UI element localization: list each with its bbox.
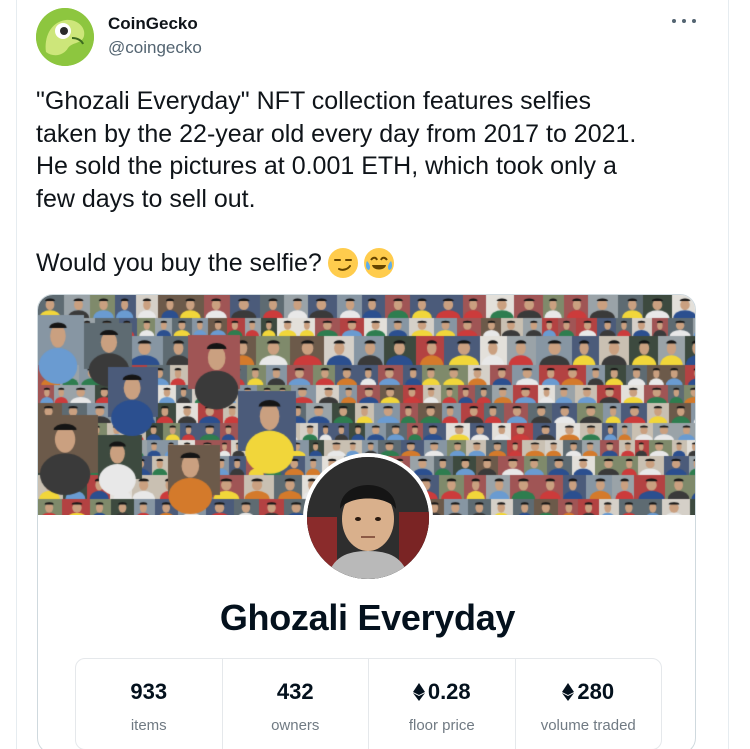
stat-value: 933 xyxy=(130,679,167,705)
author-display-name[interactable]: CoinGecko xyxy=(108,14,202,34)
stat-label: volume traded xyxy=(540,717,636,734)
ethereum-icon xyxy=(562,683,575,701)
stat-items[interactable]: 933 items xyxy=(76,659,223,749)
stat-value-text: 0.28 xyxy=(427,679,471,704)
more-dot xyxy=(692,19,696,23)
tweet-question: Would you buy the selfie? xyxy=(36,249,322,277)
stat-label: owners xyxy=(271,717,320,734)
stat-floor-price[interactable]: 0.28 floor price xyxy=(369,659,516,749)
tweet: CoinGecko @coingecko "Ghozali Everyday" … xyxy=(0,0,750,749)
stat-value: 432 xyxy=(277,679,314,705)
tweet-question-line: Would you buy the selfie? xyxy=(36,247,394,279)
stat-label: items xyxy=(130,717,167,734)
face-with-tears-of-joy-icon xyxy=(363,248,394,278)
ethereum-icon xyxy=(412,683,425,701)
stat-value-text: 280 xyxy=(577,679,615,704)
timeline-border-left xyxy=(16,0,17,749)
stat-owners[interactable]: 432 owners xyxy=(223,659,369,749)
collection-name[interactable]: Ghozali Everyday xyxy=(38,597,695,639)
tweet-author: CoinGecko @coingecko xyxy=(108,14,202,59)
stat-value: 0.28 xyxy=(412,679,471,705)
timeline-border-right xyxy=(728,0,729,749)
nft-collection-card[interactable]: Ghozali Everyday 933 items 432 owners 0.… xyxy=(37,294,696,749)
stat-label: floor price xyxy=(408,717,475,734)
stat-value-text: 432 xyxy=(276,679,314,704)
collection-profile-image xyxy=(303,453,433,583)
more-dot xyxy=(672,19,676,23)
more-dot xyxy=(682,19,686,23)
more-options-icon[interactable] xyxy=(672,14,696,28)
tweet-body: "Ghozali Everyday" NFT collection featur… xyxy=(36,87,637,213)
smirking-face-icon xyxy=(327,248,358,278)
collection-stats: 933 items 432 owners 0.28 floor price 28… xyxy=(75,658,662,749)
author-handle[interactable]: @coingecko xyxy=(108,37,202,59)
stat-value: 280 xyxy=(562,679,614,705)
stat-volume-traded[interactable]: 280 volume traded xyxy=(516,659,662,749)
coingecko-logo-icon[interactable] xyxy=(36,8,94,66)
stat-value-text: 933 xyxy=(130,679,168,704)
